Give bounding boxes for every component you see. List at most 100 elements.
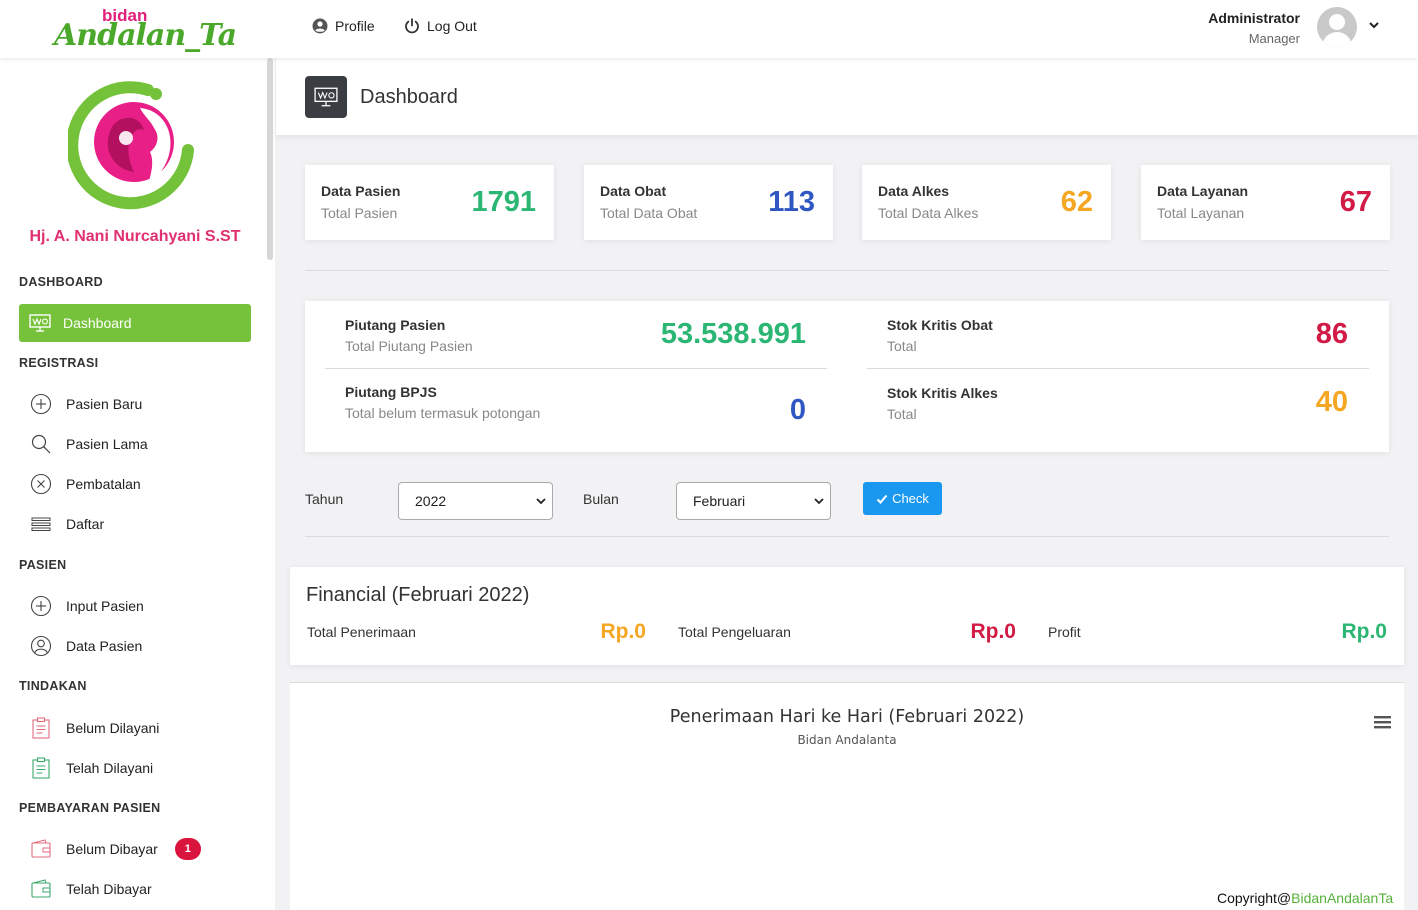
stok-obat-title: Stok Kritis Obat	[887, 317, 993, 333]
sidebar-item-telah-dilayani[interactable]: Telah Dilayani	[30, 756, 153, 780]
app-logo[interactable]: bidan Andalan_Ta	[52, 4, 237, 54]
stok-alkes-value: 40	[1315, 386, 1348, 418]
sidebar: Hj. A. Nani Nurcahyani S.ST DASHBOARD Da…	[0, 58, 275, 910]
sidebar-item-label: Pasien Baru	[66, 396, 143, 412]
sidebar-item-belum-dilayani[interactable]: Belum Dilayani	[30, 716, 159, 740]
hamburger-menu-icon[interactable]	[1373, 714, 1393, 730]
sidebar-item-pembatalan[interactable]: Pembatalan	[30, 472, 141, 496]
sidebar-item-label: Pembatalan	[66, 476, 141, 492]
divider	[305, 536, 1389, 537]
tahun-select-value: 2022	[415, 493, 447, 509]
avatar[interactable]	[1317, 7, 1357, 47]
bulan-label: Bulan	[583, 491, 619, 507]
profile-link[interactable]: Profile	[312, 18, 375, 34]
clipboard-icon	[32, 717, 50, 739]
stat-subtitle: Total Data Alkes	[878, 205, 979, 221]
plus-circle-icon	[30, 393, 52, 415]
stat-title: Data Obat	[600, 183, 667, 199]
sidebar-item-label: Telah Dilayani	[66, 760, 154, 776]
summary-card: Piutang Pasien Total Piutang Pasien 53.5…	[305, 301, 1389, 452]
penerimaan-label: Total Penerimaan	[307, 624, 416, 640]
profit-label: Profit	[1048, 624, 1081, 640]
user-circle-icon	[30, 635, 52, 657]
stat-title: Data Pasien	[321, 183, 401, 199]
piutang-bpjs-subtitle: Total belum termasuk potongan	[345, 405, 541, 421]
chevron-down-icon	[814, 498, 824, 505]
sidebar-item-input-pasien[interactable]: Input Pasien	[30, 594, 144, 618]
piutang-bpjs-value: 0	[789, 394, 806, 426]
piutang-pasien-value: 53.538.991	[660, 318, 806, 350]
tahun-label: Tahun	[305, 491, 344, 507]
stat-title: Data Layanan	[1157, 183, 1249, 199]
stat-value: 67	[1339, 186, 1372, 218]
financial-card: Financial (Februari 2022) Total Penerima…	[290, 567, 1404, 665]
sidebar-item-data-pasien[interactable]: Data Pasien	[30, 634, 142, 658]
clinic-name: Hj. A. Nani Nurcahyani S.ST	[29, 228, 241, 245]
stat-value: 1791	[471, 186, 536, 218]
sidebar-item-label: Dashboard	[63, 315, 132, 331]
stat-value: 62	[1060, 186, 1093, 218]
list-icon	[31, 517, 51, 531]
presentation-icon	[29, 314, 51, 332]
stat-title: Data Alkes	[878, 183, 950, 199]
stat-card-obat[interactable]: Data Obat Total Data Obat 113	[584, 165, 833, 240]
sidebar-item-label: Input Pasien	[66, 598, 144, 614]
section-registrasi: REGISTRASI	[19, 356, 99, 370]
sidebar-item-pasien-lama[interactable]: Pasien Lama	[30, 432, 148, 456]
user-name: Administrator	[1208, 10, 1300, 26]
piutang-pasien-subtitle: Total Piutang Pasien	[345, 338, 473, 354]
sidebar-item-telah-dibayar[interactable]: Telah Dibayar	[30, 877, 152, 901]
tahun-select[interactable]: 2022	[398, 482, 553, 520]
stat-value: 113	[768, 186, 815, 218]
sidebar-item-label: Data Pasien	[66, 638, 143, 654]
sidebar-item-dashboard[interactable]: Dashboard	[19, 304, 251, 342]
stat-subtitle: Total Data Obat	[600, 205, 698, 221]
chevron-down-icon[interactable]	[1366, 17, 1382, 33]
section-pembayaran: PEMBAYARAN PASIEN	[19, 801, 161, 815]
bulan-select-value: Februari	[693, 493, 746, 509]
footer: Copyright@BidanAndalanTa	[1217, 890, 1393, 906]
sidebar-item-label: Daftar	[66, 516, 105, 532]
top-bar: bidan Andalan_Ta Profile Log Out Adminis…	[0, 0, 1418, 58]
stok-alkes-title: Stok Kritis Alkes	[887, 385, 998, 401]
divider	[867, 368, 1369, 369]
footer-link[interactable]: BidanAndalanTa	[1291, 890, 1393, 906]
power-icon	[405, 18, 419, 34]
piutang-pasien-title: Piutang Pasien	[345, 317, 446, 333]
logout-label: Log Out	[427, 18, 477, 34]
daily-revenue-chart: Penerimaan Hari ke Hari (Februari 2022) …	[290, 683, 1404, 910]
chart-subtitle: Bidan Andalanta	[797, 733, 897, 747]
user-role: Manager	[1248, 31, 1300, 46]
sidebar-item-belum-dibayar[interactable]: Belum Dibayar 1	[30, 837, 201, 861]
divider	[325, 368, 827, 369]
user-info: Administrator Manager	[1208, 10, 1300, 46]
unpaid-count-badge: 1	[174, 838, 201, 860]
page-title: Dashboard	[360, 86, 458, 108]
chevron-down-icon	[536, 498, 546, 505]
stat-subtitle: Total Layanan	[1157, 205, 1245, 221]
sidebar-item-label: Belum Dibayar	[66, 841, 158, 857]
section-tindakan: TINDAKAN	[19, 679, 87, 693]
check-button-label: Check	[892, 491, 929, 506]
sidebar-item-daftar[interactable]: Daftar	[30, 512, 104, 536]
stat-card-alkes[interactable]: Data Alkes Total Data Alkes 62	[862, 165, 1111, 240]
pengeluaran-value: Rp.0	[970, 620, 1016, 643]
check-button[interactable]: Check	[863, 482, 942, 515]
profile-label: Profile	[335, 18, 375, 34]
stok-obat-value: 86	[1315, 318, 1348, 350]
stok-obat-subtitle: Total	[887, 338, 917, 354]
chart-title: Penerimaan Hari ke Hari (Februari 2022)	[669, 707, 1025, 727]
logout-link[interactable]: Log Out	[404, 18, 477, 34]
section-pasien: PASIEN	[19, 558, 67, 572]
divider	[305, 270, 1389, 271]
bulan-select[interactable]: Februari	[676, 482, 831, 520]
search-icon	[31, 434, 51, 454]
penerimaan-value: Rp.0	[600, 620, 646, 643]
sidebar-item-label: Telah Dibayar	[66, 881, 152, 897]
sidebar-item-pasien-baru[interactable]: Pasien Baru	[30, 392, 142, 416]
plus-circle-icon	[30, 595, 52, 617]
presentation-icon	[305, 76, 347, 118]
wallet-icon	[31, 839, 51, 858]
stat-card-pasien[interactable]: Data Pasien Total Pasien 1791	[305, 165, 554, 240]
stat-card-layanan[interactable]: Data Layanan Total Layanan 67	[1141, 165, 1390, 240]
